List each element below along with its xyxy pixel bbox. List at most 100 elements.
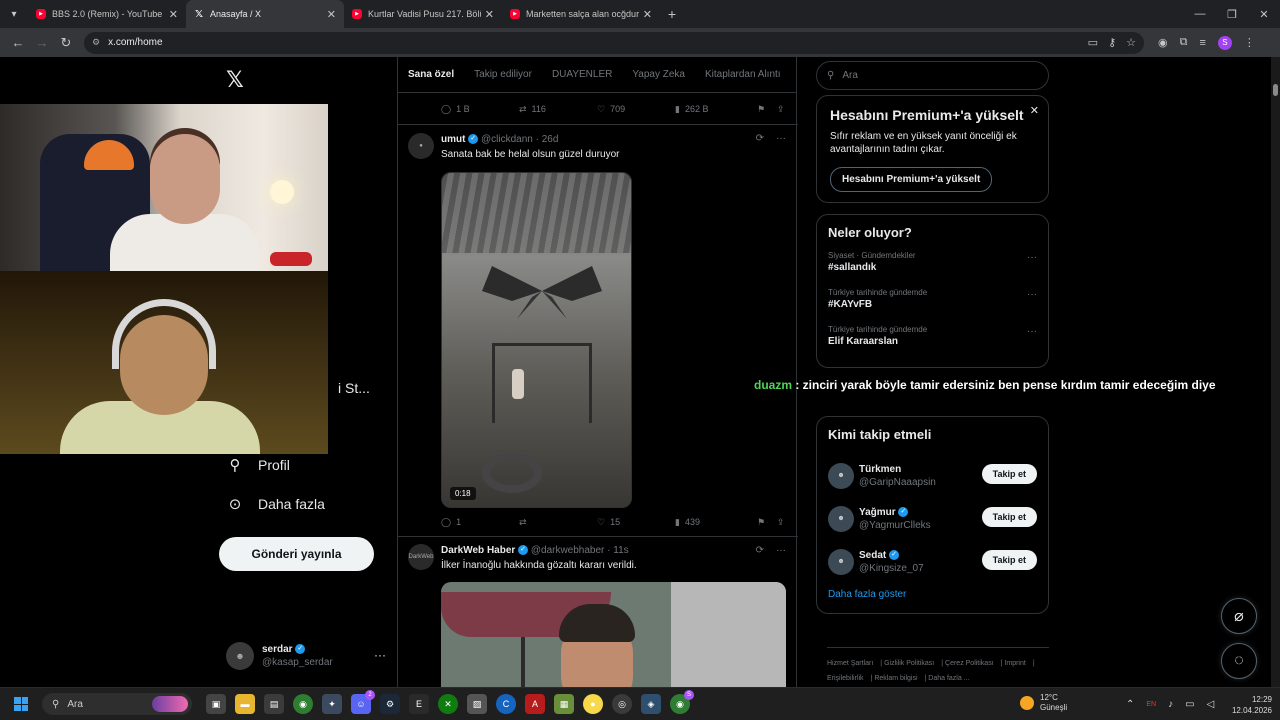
tab-search-button[interactable]: ▾ <box>0 0 28 28</box>
tab-list-3[interactable]: Kitaplardan Alıntı <box>705 69 781 80</box>
cast-icon[interactable]: ▭ <box>1088 36 1098 49</box>
minimize-icon[interactable]: — <box>1184 8 1216 21</box>
more-icon[interactable]: ··· <box>374 648 386 662</box>
chrome-icon[interactable]: ◉ <box>293 694 313 714</box>
xbox-icon[interactable]: ✕ <box>438 694 458 714</box>
app-icon[interactable]: ✦ <box>322 694 342 714</box>
tab-following[interactable]: Takip ediliyor <box>474 69 532 80</box>
more-icon[interactable]: ··· <box>1027 326 1037 337</box>
trend-item[interactable]: Türkiye tarihinde gündemde #KAYvFB ··· <box>828 287 1037 312</box>
post-time[interactable]: 11s <box>613 545 628 556</box>
more-icon[interactable]: ··· <box>776 133 786 144</box>
scrollbar[interactable] <box>1271 57 1280 687</box>
post-darkweb[interactable]: DarkWeb DarkWeb Haber ✓ @darkwebhaber · … <box>398 537 798 687</box>
puzzle-icon[interactable]: ⧉ <box>1180 36 1188 49</box>
restore-icon[interactable]: ❐ <box>1216 8 1248 21</box>
follow-button[interactable]: Takip et <box>981 507 1037 527</box>
star-icon[interactable]: ☆ <box>1126 36 1136 49</box>
follow-button[interactable]: Takip et <box>981 464 1037 484</box>
views-button[interactable]: ▮ 262 B <box>675 104 757 115</box>
more-icon[interactable]: ··· <box>1027 289 1037 300</box>
post-author[interactable]: DarkWeb Haber <box>441 545 515 556</box>
nav-item-profile[interactable]: ⚲ Profil <box>226 456 290 474</box>
scrollbar-thumb[interactable] <box>1273 84 1278 96</box>
share-icon[interactable]: ⇪ <box>777 104 785 115</box>
close-icon[interactable]: ✕ <box>1030 104 1039 117</box>
kebab-menu-icon[interactable]: ⋮ <box>1244 36 1255 49</box>
extension-icon[interactable]: ◉ <box>1158 36 1168 49</box>
follow-suggestion[interactable]: ☻ Sedat ✓ @Kingsize_07 Takip et <box>828 540 1037 583</box>
account-switcher[interactable]: ☻ serdar ✓ @kasap_serdar ··· <box>226 642 386 670</box>
browser-tab-4[interactable]: ▶ Marketten salça alan ocğdur Jah ✕ <box>502 0 660 28</box>
file-explorer-icon[interactable]: ▬ <box>235 694 255 714</box>
grok-icon[interactable]: ⟳ <box>756 545 764 556</box>
tab-for-you[interactable]: Sana özel <box>408 69 454 80</box>
premium-upgrade-button[interactable]: Hesabını Premium+'a yükselt <box>830 167 993 192</box>
avatar[interactable]: DarkWeb <box>408 544 434 570</box>
key-icon[interactable]: ⚷ <box>1108 36 1116 49</box>
browser-tab-3[interactable]: ▶ Kurtlar Vadisi Pusu 217. Bölüm ✕ <box>344 0 502 28</box>
messages-fab-button[interactable]: ◌ <box>1221 643 1257 679</box>
epic-games-icon[interactable]: E <box>409 694 429 714</box>
footer-link[interactable]: Reklam bilgisi <box>874 675 917 682</box>
footer-link[interactable]: Gizlilik Politikası <box>884 660 934 667</box>
post-umut[interactable]: ● umut ✓ @clickdann · 26d ⟳ ··· Sanata b… <box>398 125 798 537</box>
follow-suggestion[interactable]: ☻ Yağmur ✓ @YagmurClleks Takip et <box>828 497 1037 540</box>
app-icon[interactable]: ● <box>583 694 603 714</box>
back-icon[interactable]: ← <box>6 35 30 50</box>
footer-link[interactable]: Imprint <box>1004 660 1025 667</box>
acrobat-icon[interactable]: A <box>525 694 545 714</box>
more-icon[interactable]: ··· <box>1027 252 1037 263</box>
discord-icon[interactable]: ☺ 2 <box>351 690 375 714</box>
chevron-up-icon[interactable]: ⌃ <box>1126 699 1134 710</box>
steam-icon[interactable]: ⚙ <box>380 694 400 714</box>
avatar[interactable]: ● <box>408 133 434 159</box>
reply-button[interactable]: ◯ 1 B <box>441 104 519 115</box>
avatar[interactable]: ☻ <box>828 548 854 575</box>
repost-button[interactable]: ⇄ 116 <box>519 104 597 115</box>
search-input[interactable]: ⚲ Ara <box>816 61 1049 90</box>
post-image[interactable] <box>441 582 786 687</box>
post-author[interactable]: umut <box>441 134 465 145</box>
obs-icon[interactable]: ◎ <box>612 694 632 714</box>
taskbar-search[interactable]: ⚲ Ara <box>42 693 192 715</box>
clock[interactable]: 12:29 12.04.2026 <box>1228 694 1272 716</box>
bookmark-icon[interactable]: ⚑ <box>757 517 777 528</box>
repost-button[interactable]: ⇄ <box>519 517 597 528</box>
follow-suggestion[interactable]: ☻ Türkmen @GaripNaaapsin Takip et <box>828 454 1037 497</box>
profile-avatar[interactable]: S <box>1217 35 1232 50</box>
avatar[interactable]: ☻ <box>828 505 854 532</box>
forward-icon[interactable]: → <box>30 35 54 50</box>
grok-icon[interactable]: ⟳ <box>756 133 764 144</box>
chrome-profile-icon[interactable]: ◉ S <box>670 690 694 714</box>
footer-link[interactable]: Erişilebilirlik <box>827 675 864 682</box>
app-icon[interactable]: ▨ <box>467 694 487 714</box>
more-icon[interactable]: ··· <box>776 545 786 556</box>
language-indicator[interactable]: EN <box>1146 701 1156 708</box>
footer-link[interactable]: Daha fazla ... <box>928 675 969 682</box>
browser-tab-1[interactable]: ▶ BBS 2.0 (Remix) - YouTube ✕ <box>28 0 186 28</box>
network-icon[interactable]: ▭ <box>1185 699 1194 710</box>
bookmark-icon[interactable]: ⚑ <box>757 104 777 115</box>
grok-fab-button[interactable]: ⌀ <box>1221 598 1257 634</box>
reading-list-icon[interactable]: ≡ <box>1199 37 1205 49</box>
close-icon[interactable]: ✕ <box>327 8 336 21</box>
like-button[interactable]: ♡ 709 <box>597 104 675 115</box>
show-more-link[interactable]: Daha fazla göster <box>828 589 1037 600</box>
reload-icon[interactable]: ↻ <box>54 35 78 51</box>
nav-item-more[interactable]: ⊙ Daha fazla <box>226 495 325 513</box>
post-handle[interactable]: @darkwebhaber <box>531 545 605 556</box>
x-logo-icon[interactable]: 𝕏 <box>226 67 244 93</box>
new-tab-button[interactable]: + <box>660 6 684 22</box>
browser-tab-2[interactable]: 𝕏 Anasayfa / X ✕ <box>186 0 344 28</box>
post-video[interactable]: 0:18 <box>441 172 632 508</box>
footer-link[interactable]: Çerez Politikası <box>945 660 994 667</box>
trend-item[interactable]: Türkiye tarihinde gündemde Elif Karaarsl… <box>828 324 1037 349</box>
reply-button[interactable]: ◯ 1 <box>441 517 519 528</box>
microphone-icon[interactable]: ♪ <box>1168 699 1173 710</box>
site-info-icon[interactable]: ⚙ <box>92 37 100 48</box>
app-icon[interactable]: ▦ <box>554 694 574 714</box>
follow-button[interactable]: Takip et <box>981 550 1037 570</box>
like-button[interactable]: ♡ 15 <box>597 517 675 528</box>
share-icon[interactable]: ⇪ <box>777 517 785 528</box>
